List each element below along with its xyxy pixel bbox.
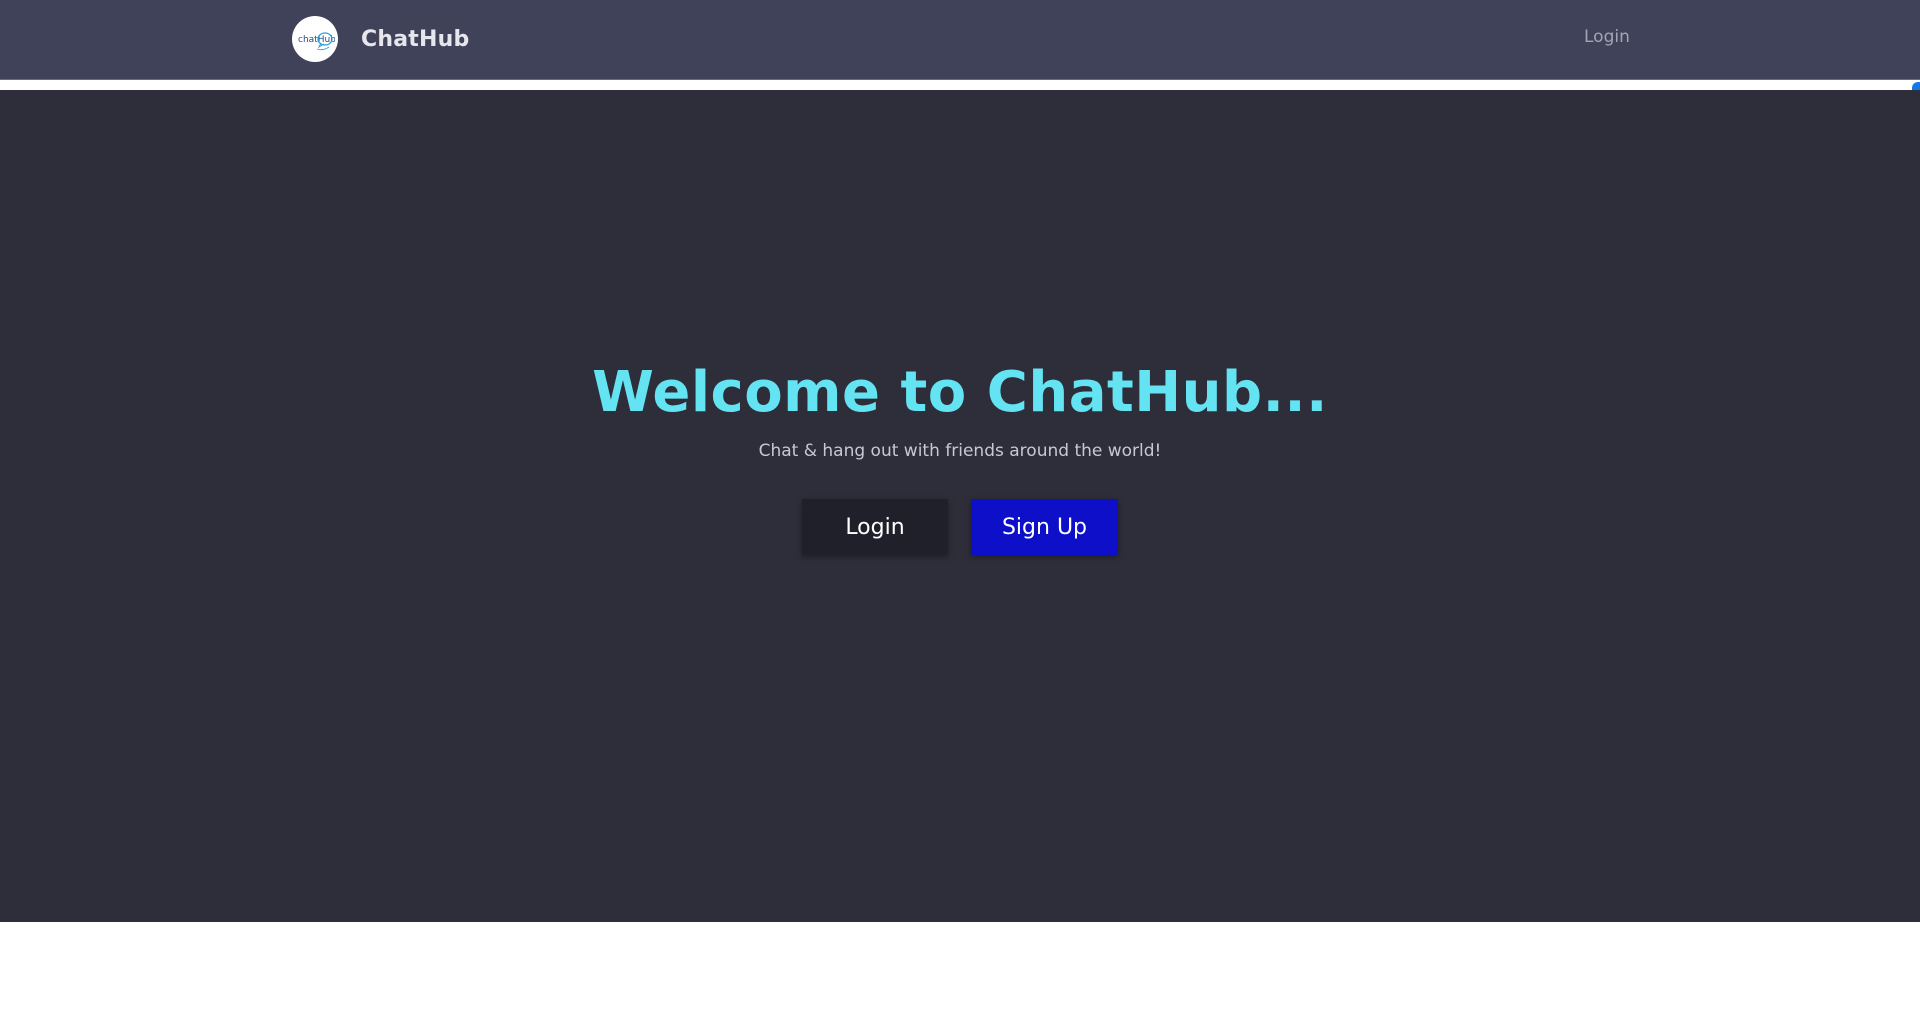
hero-section — [0, 90, 1920, 922]
chat-bubble-logo-icon: chatHub — [298, 32, 335, 51]
nav-login-link[interactable]: Login — [1584, 27, 1630, 47]
login-button[interactable]: Login — [802, 499, 948, 555]
brand-link[interactable]: chatHub ChatHub — [292, 16, 469, 62]
chathub-logo: chatHub — [292, 16, 338, 62]
top-navbar: chatHub ChatHub Login — [0, 0, 1920, 80]
hero-title: Welcome to ChatHub... — [592, 360, 1328, 425]
brand-name: ChatHub — [361, 26, 470, 52]
signup-button[interactable]: Sign Up — [971, 499, 1118, 555]
hero-subtitle: Chat & hang out with friends around the … — [758, 441, 1162, 461]
